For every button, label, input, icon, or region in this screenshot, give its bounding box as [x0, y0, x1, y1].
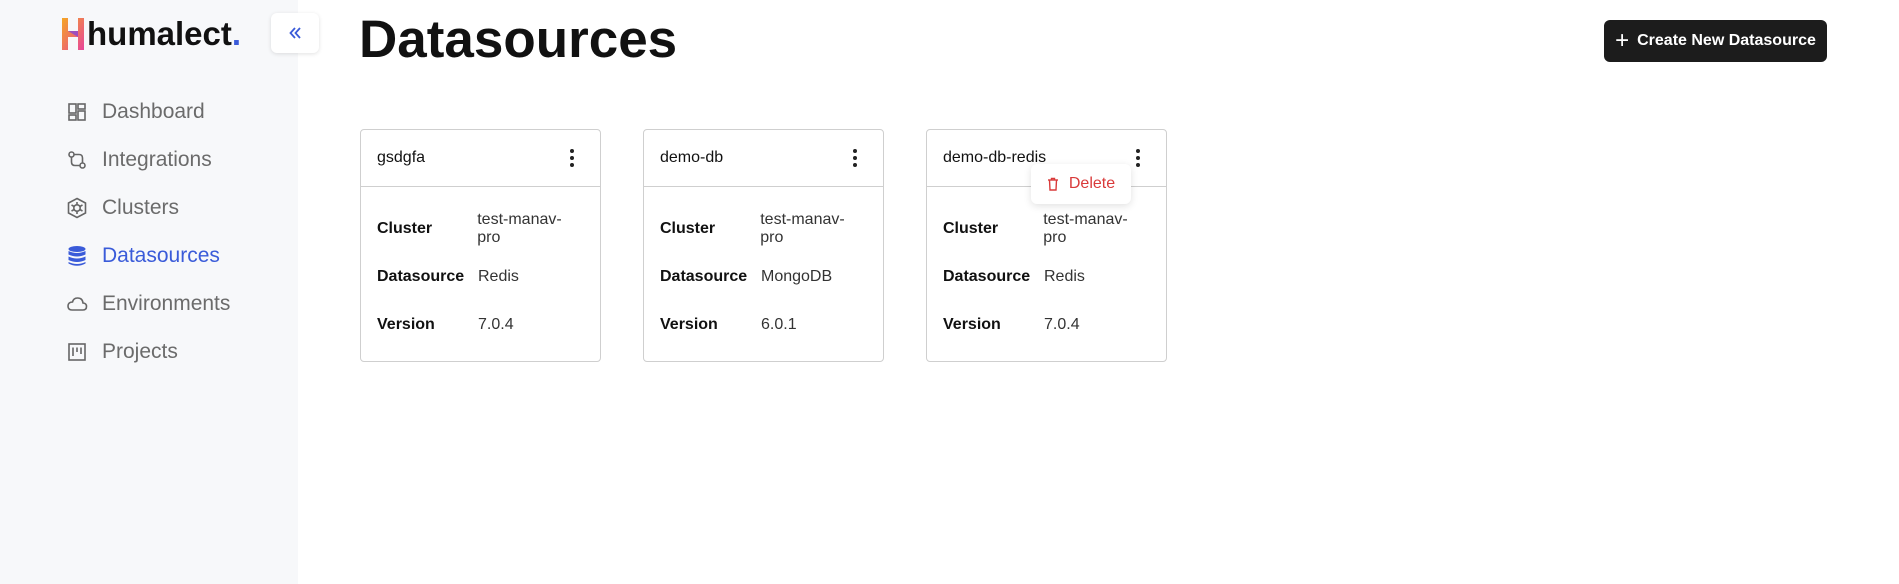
datasource-value: Redis — [1044, 268, 1085, 285]
version-row: Version 7.0.4 — [377, 301, 584, 349]
datasource-label: Datasource — [943, 268, 1031, 285]
more-options-icon[interactable] — [843, 146, 867, 170]
database-icon — [66, 245, 88, 267]
double-chevron-left-icon — [289, 27, 301, 39]
create-new-datasource-button[interactable]: + Create New Datasource — [1604, 20, 1827, 62]
sidebar: humalect. Dashboard Integrations Cluster… — [0, 0, 319, 584]
version-value: 7.0.4 — [1044, 316, 1080, 333]
cluster-row: Cluster test-manav-pro — [377, 205, 584, 253]
cloud-icon — [66, 293, 88, 315]
cluster-label: Cluster — [377, 220, 433, 237]
sidebar-item-dashboard[interactable]: Dashboard — [66, 88, 230, 136]
brand-logo[interactable]: humalect. — [60, 16, 241, 52]
datasource-value: Redis — [478, 268, 519, 285]
projects-icon — [66, 341, 88, 363]
version-value: 7.0.4 — [478, 316, 514, 333]
card-header: gsdgfa — [361, 130, 600, 187]
sidebar-item-projects[interactable]: Projects — [66, 328, 230, 376]
datasource-name: demo-db-redis — [943, 149, 1047, 166]
datasource-row: Datasource Redis — [943, 253, 1150, 301]
cluster-label: Cluster — [943, 220, 999, 237]
card-header: demo-db — [644, 130, 883, 187]
sidebar-item-label: Environments — [102, 292, 231, 315]
create-button-label: Create New Datasource — [1637, 32, 1816, 49]
more-options-icon[interactable] — [560, 146, 584, 170]
sidebar-item-label: Clusters — [102, 196, 180, 219]
sidebar-item-clusters[interactable]: Clusters — [66, 184, 230, 232]
version-row: Version 6.0.1 — [660, 301, 867, 349]
sidebar-item-label: Datasources — [102, 244, 220, 267]
datasource-name: gsdgfa — [377, 149, 426, 166]
datasource-label: Datasource — [660, 268, 748, 285]
datasource-card[interactable]: gsdgfa Cluster test-manav-pro Datasource… — [360, 129, 601, 362]
trash-icon — [1047, 177, 1059, 191]
brand-name: humalect. — [87, 15, 242, 52]
sidebar-item-datasources[interactable]: Datasources — [66, 232, 230, 280]
page-title: Datasources — [359, 10, 678, 69]
datasource-value: MongoDB — [761, 268, 833, 285]
version-value: 6.0.1 — [761, 316, 797, 333]
datasource-name: demo-db — [660, 149, 724, 166]
version-label: Version — [943, 316, 1001, 333]
plus-icon: + — [1615, 27, 1630, 54]
cluster-row: Cluster test-manav-pro — [660, 205, 867, 253]
integrations-icon — [66, 149, 88, 171]
datasource-row: Datasource Redis — [377, 253, 584, 301]
sidebar-item-integrations[interactable]: Integrations — [66, 136, 230, 184]
sidebar-nav: Dashboard Integrations Clusters Datasour… — [66, 88, 230, 376]
card-body: Cluster test-manav-pro Datasource Redis … — [927, 187, 1166, 349]
cluster-value: test-manav-pro — [760, 211, 845, 246]
version-label: Version — [660, 316, 718, 333]
cluster-value: test-manav-pro — [477, 211, 562, 246]
sidebar-item-label: Integrations — [102, 148, 212, 171]
sidebar-item-label: Dashboard — [102, 100, 205, 123]
version-label: Version — [377, 316, 435, 333]
collapse-sidebar-button[interactable] — [271, 13, 319, 53]
delete-label: Delete — [1068, 175, 1116, 192]
datasource-row: Datasource MongoDB — [660, 253, 867, 301]
datasource-label: Datasource — [377, 268, 465, 285]
datasource-card[interactable]: demo-db Cluster test-manav-pro Datasourc… — [643, 129, 884, 362]
clusters-icon — [66, 197, 88, 219]
humalect-logo-mark — [62, 18, 84, 50]
cluster-label: Cluster — [660, 220, 716, 237]
version-row: Version 7.0.4 — [943, 301, 1150, 349]
cluster-value: test-manav-pro — [1043, 211, 1128, 246]
sidebar-item-label: Projects — [102, 340, 178, 363]
cluster-row: Cluster test-manav-pro — [943, 205, 1150, 253]
dashboard-icon — [66, 101, 88, 123]
sidebar-item-environments[interactable]: Environments — [66, 280, 230, 328]
card-body: Cluster test-manav-pro Datasource MongoD… — [644, 187, 883, 349]
card-body: Cluster test-manav-pro Datasource Redis … — [361, 187, 600, 349]
delete-menu-item[interactable]: Delete — [1031, 164, 1131, 204]
